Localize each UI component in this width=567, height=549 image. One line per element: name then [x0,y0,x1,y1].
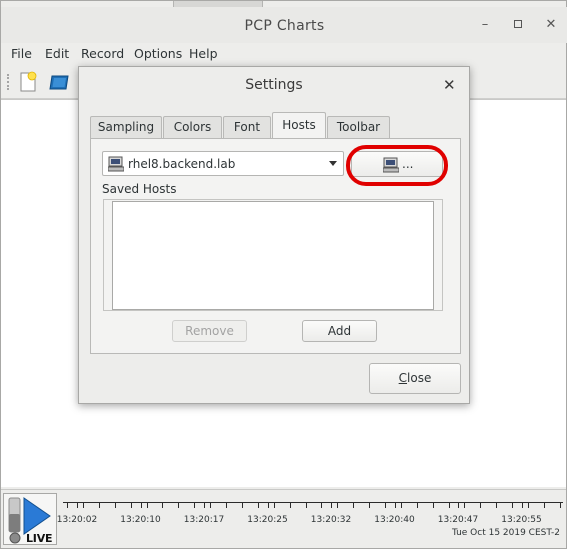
red-highlight-annotation [346,145,448,186]
timeline-minor-tick [194,502,195,508]
menu-edit[interactable]: Edit [45,46,69,61]
timeline-minor-tick [480,502,481,508]
timeline-minor-tick [290,502,291,508]
timeline-minor-tick [449,502,450,508]
timeline-minor-tick [337,502,338,508]
tab-toolbar[interactable]: Toolbar [327,116,390,139]
new-chart-icon[interactable] [17,71,39,93]
timeline-minor-tick [496,502,497,508]
timeline-minor-tick [306,502,307,508]
timeline-minor-tick [210,502,211,508]
timeline-minor-tick [353,502,354,508]
tab-colors[interactable]: Colors [163,116,222,139]
computer-icon [108,156,124,172]
dialog-title: Settings [245,77,303,93]
timeline-minor-tick [131,502,132,508]
timeline-axis [63,502,563,503]
timeline-tick [77,502,78,508]
timeline-minor-tick [321,502,322,508]
timeline-minor-tick [226,502,227,508]
close-window-button[interactable]: ✕ [542,16,560,34]
timeline-tick-label: 13:20:40 [374,515,415,525]
timeline-tick [204,502,205,508]
maximize-button[interactable] [509,16,527,34]
timeline-minor-tick [178,502,179,508]
timeline-minor-tick [544,502,545,508]
timeline-minor-tick [512,502,513,508]
add-host-button[interactable]: Add [302,320,377,342]
timeline-tick-label: 13:20:25 [247,515,288,525]
timeline-minor-tick [147,502,148,508]
timeline-minor-tick [560,502,561,508]
timeline-minor-tick [401,502,402,508]
timeline-tick [458,502,459,508]
timeline-tick [331,502,332,508]
close-button[interactable]: Close [369,363,461,394]
timeline-minor-tick [417,502,418,508]
tab-sampling[interactable]: Sampling [90,116,162,139]
timeline-minor-tick [369,502,370,508]
minimize-button[interactable]: – [476,16,494,34]
timeline-minor-tick [528,502,529,508]
close-label-rest: lose [407,371,432,385]
timeline-tick-label: 13:20:02 [56,515,98,525]
host-select[interactable]: rhel8.backend.lab [102,151,344,176]
open-view-icon[interactable] [49,71,71,93]
menu-file[interactable]: File [11,46,32,61]
menu-options[interactable]: Options [134,46,182,61]
timeline-tick-label: 13:20:10 [120,515,161,525]
saved-hosts-label: Saved Hosts [102,182,177,196]
timeline-minor-tick [162,502,163,508]
timeline-minor-tick [242,502,243,508]
menu-help[interactable]: Help [189,46,218,61]
live-label: LIVE [26,532,53,545]
settings-dialog: Settings ✕ Sampling Colors Font Hosts To… [78,66,470,404]
menu-bar: File Edit Record Options Help [1,43,566,65]
tab-font[interactable]: Font [223,116,271,139]
remove-host-button[interactable]: Remove [172,320,247,342]
saved-hosts-list[interactable] [112,201,434,310]
menu-record[interactable]: Record [81,46,124,61]
hosts-tab-panel: rhel8.backend.lab ... Saved Hosts Remove… [90,138,461,354]
timeline-tick [267,502,269,508]
timeline-tick [521,502,523,508]
timeline-tick-label: 13:20:47 [437,515,479,525]
chevron-down-icon [329,161,337,166]
timeline-minor-tick [433,502,434,508]
host-select-value: rhel8.backend.lab [128,157,236,171]
dialog-close-icon[interactable]: ✕ [443,76,456,94]
tab-hosts[interactable]: Hosts [272,112,326,140]
timeline-minor-tick [83,502,84,508]
saved-hosts-frame [103,199,443,311]
timeline-minor-tick [274,502,275,508]
toolbar-grip[interactable] [7,74,9,90]
timeline-minor-tick [115,502,116,508]
close-mnemonic: C [398,371,408,385]
timeline-tick-label: 13:20:32 [310,515,352,525]
timeline-minor-tick [464,502,465,508]
timeline-tick-label: 13:20:55 [501,515,542,525]
timeline-minor-tick [99,502,100,508]
timeline-date: Tue Oct 15 2019 CEST-2 [451,528,560,538]
maximize-icon [514,20,522,28]
timeline-minor-tick [258,502,259,508]
timeline-minor-tick [67,502,68,508]
timeline-minor-tick [385,502,386,508]
timeline-tick [140,502,142,508]
timeline-tick [394,502,396,508]
time-control-bar: LIVE 13:20:02 13:20:10 13:20:17 13:20:25 13:… [1,489,566,545]
live-button[interactable]: LIVE [3,493,57,545]
timeline-tick-label: 13:20:17 [183,515,225,525]
